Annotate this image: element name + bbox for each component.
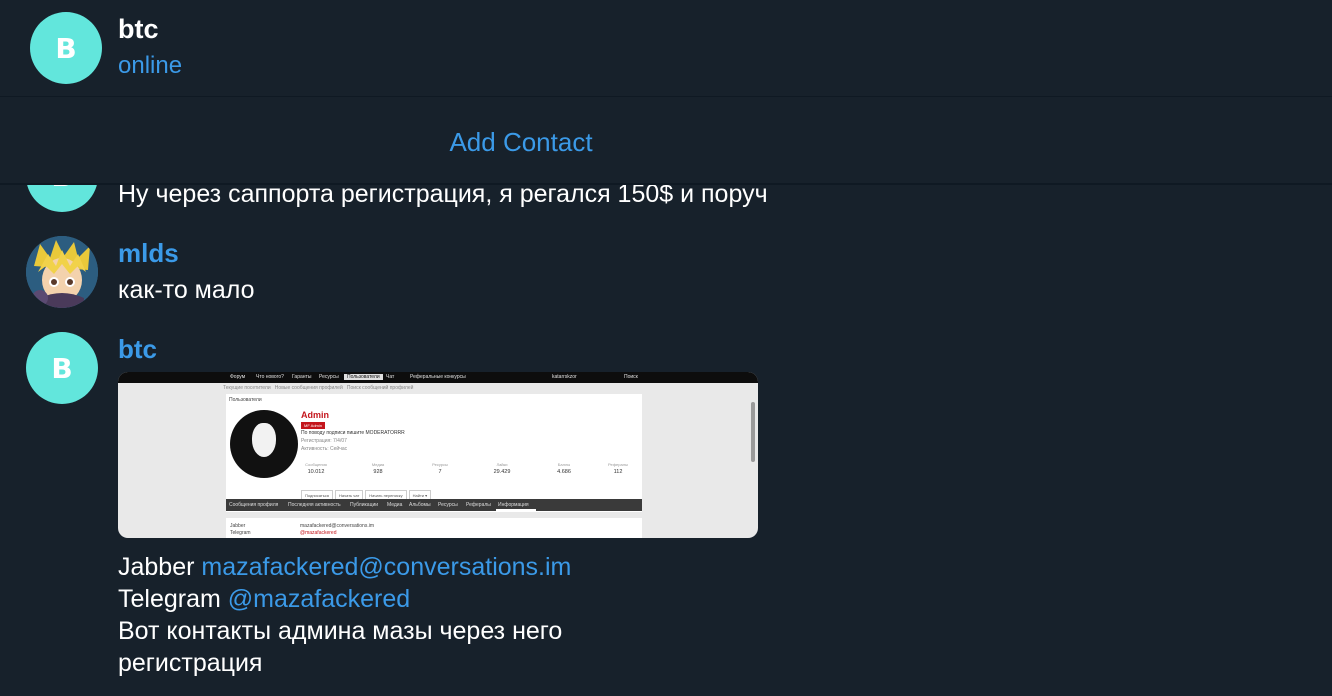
telegram-line: Telegram @mazafackered	[118, 585, 411, 613]
sender-name[interactable]: mlds	[118, 238, 179, 269]
message-text: Jabber mazafackered@conversations.im Tel…	[118, 551, 571, 679]
jabber-link[interactable]: mazafackered@conversations.im	[201, 553, 571, 581]
image-topbar: Форум Что нового? Гаранты Ресурсы Пользо…	[118, 372, 758, 383]
anime-avatar-icon	[26, 236, 98, 308]
chat-header: B btc online	[0, 0, 1332, 97]
profile-info: Jabber mazafackered@conversations.im Tel…	[226, 518, 642, 538]
message-line: регистрация	[118, 649, 263, 677]
add-contact-button[interactable]: Add Contact	[449, 127, 592, 158]
image-scrollbar	[751, 402, 755, 462]
profile-card: Пользователи Admin MF Admin По поводу по…	[226, 394, 642, 512]
sender-name[interactable]: btc	[118, 334, 157, 365]
telegram-link[interactable]: @mazafackered	[228, 585, 410, 613]
jabber-line: Jabber mazafackered@conversations.im	[118, 553, 572, 581]
message-line: Вот контакты админа мазы через него	[118, 617, 563, 645]
chat-avatar[interactable]: B	[30, 12, 102, 84]
message-text: как-то мало	[118, 276, 255, 304]
profile-tabs: Сообщения профиля Последняя активность П…	[226, 499, 642, 511]
image-subnav: Текущие посетители Новые сообщения профи…	[223, 385, 414, 391]
chat-status: online	[118, 52, 183, 79]
add-contact-bar: Add Contact	[0, 98, 1332, 185]
chat-title[interactable]: btc	[118, 14, 159, 45]
avatar[interactable]: B	[26, 332, 98, 404]
avatar[interactable]	[26, 236, 98, 308]
message-image[interactable]: Форум Что нового? Гаранты Ресурсы Пользо…	[118, 372, 758, 538]
mask-icon	[252, 423, 276, 457]
